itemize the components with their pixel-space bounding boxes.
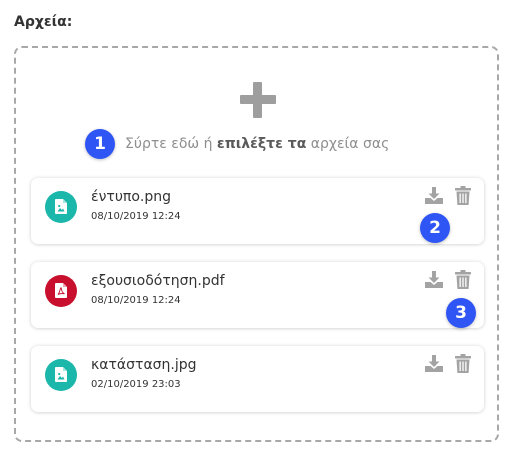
trash-icon[interactable] bbox=[455, 186, 471, 205]
choose-files-link[interactable]: επιλέξτε τα bbox=[217, 136, 306, 152]
file-name[interactable]: κατάσταση.jpg bbox=[91, 357, 197, 373]
dropzone-instructions: Σύρτε εδώ ή επιλέξτε τα αρχεία σας bbox=[125, 136, 389, 152]
file-name[interactable]: έντυπο.png bbox=[91, 189, 171, 205]
trash-icon[interactable] bbox=[455, 270, 471, 289]
download-icon[interactable] bbox=[425, 186, 443, 204]
section-title: Αρχεία: bbox=[14, 14, 73, 30]
download-icon[interactable] bbox=[425, 354, 443, 372]
step-badge-1: 1 bbox=[85, 129, 115, 159]
step-badge-3: 3 bbox=[446, 298, 476, 328]
page: Αρχεία: Σύρτε εδώ ή επιλέξτε τα αρχεία σ… bbox=[0, 0, 514, 459]
dropzone-text-after: αρχεία σας bbox=[310, 136, 390, 152]
trash-icon[interactable] bbox=[455, 354, 471, 373]
file-date: 08/10/2019 12:24 bbox=[91, 295, 181, 306]
file-date: 02/10/2019 23:03 bbox=[91, 379, 181, 390]
download-icon[interactable] bbox=[425, 270, 443, 288]
step-badge-2: 2 bbox=[420, 213, 450, 243]
pdf-file-icon bbox=[45, 275, 77, 307]
image-file-icon bbox=[45, 359, 77, 391]
file-date: 08/10/2019 12:24 bbox=[91, 211, 181, 222]
dropzone-text-before: Σύρτε εδώ ή bbox=[125, 136, 213, 152]
file-card: έντυπο.png 08/10/2019 12:24 bbox=[31, 178, 484, 244]
file-card: εξουσιοδότηση.pdf 08/10/2019 12:24 bbox=[31, 262, 484, 328]
file-card: κατάσταση.jpg 02/10/2019 23:03 bbox=[31, 346, 484, 412]
image-file-icon bbox=[45, 191, 77, 223]
file-name[interactable]: εξουσιοδότηση.pdf bbox=[91, 273, 225, 289]
plus-icon[interactable] bbox=[240, 82, 276, 118]
